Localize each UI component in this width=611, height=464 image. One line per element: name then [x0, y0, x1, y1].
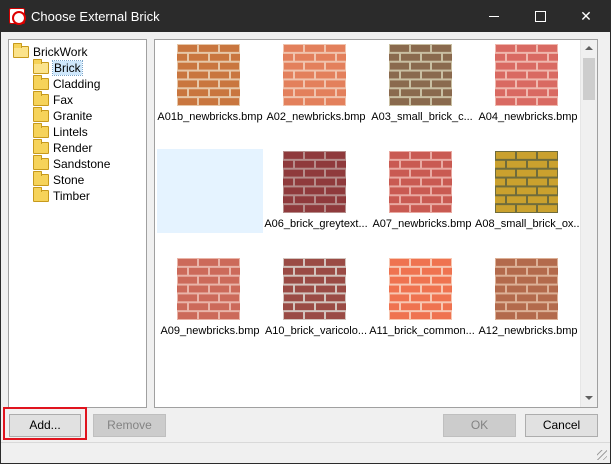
scroll-thumb[interactable] [583, 58, 595, 100]
folder-icon [33, 75, 49, 90]
brick-tile-label: A01b_newbricks.bmp [157, 111, 263, 123]
brick-thumbnail [380, 151, 462, 213]
brick-tile-label: A07_newbricks.bmp [372, 218, 472, 230]
tree-item-label: Lintels [53, 125, 88, 139]
brick-tile-label: A10_brick_varicolo... [264, 325, 368, 337]
tree-item-label: Render [53, 141, 93, 155]
scroll-up-arrow-icon[interactable] [581, 40, 597, 57]
brick-thumbnail [380, 44, 462, 106]
tree-item-render[interactable]: Render [33, 139, 93, 156]
brick-tile-label: A12_newbricks.bmp [478, 325, 578, 337]
brick-thumbnail [274, 258, 356, 320]
brick-tile[interactable]: A10_brick_varicolo... [263, 254, 368, 344]
brick-tile[interactable]: A08_small_brick_ox... [475, 147, 581, 237]
tree-item-label: Sandstone [53, 157, 111, 171]
folder-open-icon [13, 43, 29, 58]
brick-tile[interactable]: A01b_newbricks.bmp [157, 40, 263, 130]
tree-item-cladding[interactable]: Cladding [33, 75, 101, 92]
brick-tile-label: A06_brick_greytext... [264, 218, 368, 230]
tree-item-stone[interactable]: Stone [33, 171, 85, 188]
folder-icon [33, 139, 49, 154]
folder-icon [33, 91, 49, 106]
brick-thumbnail [486, 44, 568, 106]
brick-thumbnail [274, 44, 356, 106]
choose-external-brick-dialog: Choose External Brick ✕ BrickWork Brick C… [0, 0, 611, 464]
brick-tile-label: A03_small_brick_c... [371, 111, 473, 123]
tree-item-fax[interactable]: Fax [33, 91, 74, 108]
brick-tile[interactable]: A09_newbricks.bmp [157, 254, 262, 344]
scroll-down-arrow-icon[interactable] [581, 390, 597, 407]
tree-item-label: Stone [53, 173, 85, 187]
close-button[interactable]: ✕ [563, 1, 609, 32]
brick-tile[interactable]: A12_newbricks.bmp [475, 254, 580, 344]
folder-icon [33, 171, 49, 186]
vertical-scrollbar[interactable] [580, 40, 597, 407]
add-button[interactable]: Add... [9, 414, 81, 437]
brick-tile-label: A09_newbricks.bmp [160, 325, 260, 337]
brick-tile-label: A02_newbricks.bmp [266, 111, 366, 123]
brick-tile[interactable]: A06_brick_greytext... [263, 147, 368, 237]
folder-icon [33, 107, 49, 122]
tree-item-label: Brick [52, 60, 83, 76]
folder-icon [33, 59, 49, 74]
minimize-button[interactable] [471, 1, 517, 32]
resize-grip-icon[interactable] [597, 450, 607, 460]
tree-item-sandstone[interactable]: Sandstone [33, 155, 111, 172]
brick-thumbnail [486, 258, 568, 320]
tree-item-timber[interactable]: Timber [33, 187, 90, 204]
brick-thumbnail [274, 151, 356, 213]
brick-thumbnail [168, 44, 250, 106]
brick-tile[interactable]: A07_newbricks.bmp [369, 147, 474, 237]
tree-root-label: BrickWork [33, 45, 88, 59]
tree-item-label: Fax [53, 93, 74, 107]
tree-item-label: Cladding [53, 77, 101, 91]
tree-item-granite[interactable]: Granite [33, 107, 93, 124]
brick-tile[interactable] [157, 147, 262, 237]
brick-tile-label: A11_brick_common... [369, 325, 475, 337]
brick-thumbnail [168, 258, 250, 320]
brick-thumbnail [380, 258, 462, 320]
tree-item-label: Timber [53, 189, 90, 203]
brick-tile[interactable]: A02_newbricks.bmp [263, 40, 368, 130]
brick-tile[interactable]: A03_small_brick_c... [369, 40, 474, 130]
brick-tile[interactable]: A11_brick_common... [369, 254, 475, 344]
tree-item-brick[interactable]: Brick [33, 59, 83, 76]
cancel-button[interactable]: Cancel [525, 414, 598, 437]
remove-button[interactable]: Remove [93, 414, 166, 437]
folder-icon [33, 155, 49, 170]
brick-tile-label: A08_small_brick_ox... [475, 218, 581, 230]
tree-item-label: Granite [53, 109, 93, 123]
title-bar: Choose External Brick ✕ [1, 1, 610, 32]
status-bar [1, 442, 610, 463]
app-icon [9, 8, 26, 25]
maximize-button[interactable] [517, 1, 563, 32]
brick-tile[interactable]: A04_newbricks.bmp [475, 40, 580, 130]
category-tree[interactable]: BrickWork Brick Cladding Fax Granite Lintels… [8, 39, 147, 408]
tree-item-lintels[interactable]: Lintels [33, 123, 88, 140]
brick-thumbnail [486, 151, 568, 213]
folder-icon [33, 187, 49, 202]
tree-root-brickwork[interactable]: BrickWork [13, 43, 88, 60]
brick-tile-label: A04_newbricks.bmp [478, 111, 578, 123]
brick-thumbnail-grid[interactable]: A01b_newbricks.bmp A02_newbricks.bmp A03_s… [154, 39, 598, 408]
window-title: Choose External Brick [31, 9, 160, 24]
folder-icon [33, 123, 49, 138]
ok-button[interactable]: OK [443, 414, 516, 437]
